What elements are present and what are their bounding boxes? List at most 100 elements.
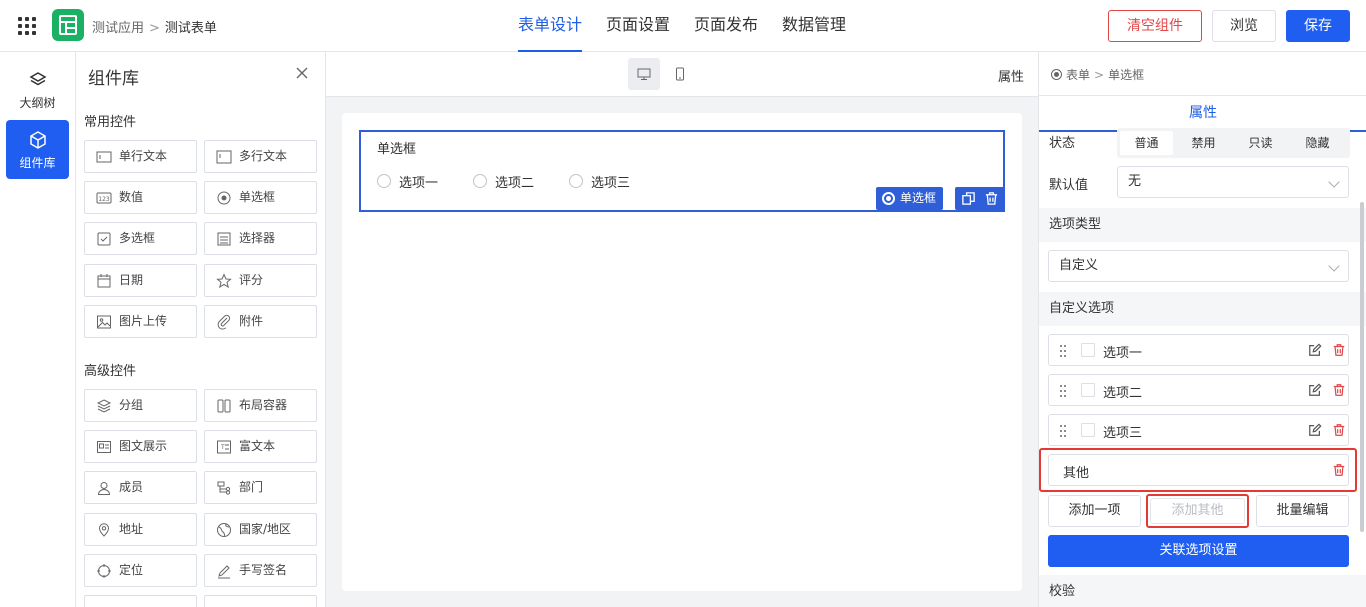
drag-handle-icon[interactable] [1059,424,1067,438]
selected-field-tag: 单选框 [876,187,943,210]
status-label: 状态 [1049,136,1076,151]
other-option-text[interactable]: 其他 [1063,462,1089,481]
department-icon [217,481,231,495]
add-other-button[interactable]: 添加其他 [1150,498,1245,524]
component-more-1[interactable] [84,595,197,607]
radio-option-1[interactable]: 选项一 [377,172,438,191]
trash-icon[interactable] [1332,383,1346,397]
add-option-button[interactable]: 添加一项 [1048,495,1141,527]
trash-icon[interactable] [984,191,999,206]
properties-breadcrumb: 表单 > 单选框 [1051,66,1144,83]
single-line-icon [96,151,112,163]
checkbox-icon [97,232,111,246]
component-rating[interactable]: 评分 [204,264,317,297]
tab-data-management[interactable]: 数据管理 [782,0,846,52]
batch-edit-button[interactable]: 批量编辑 [1256,495,1349,527]
linked-options-settings-button[interactable]: 关联选项设置 [1048,535,1349,567]
drag-handle-icon[interactable] [1059,344,1067,358]
default-value-label: 默认值 [1049,178,1089,193]
apps-grid-icon[interactable] [18,17,36,35]
component-layout-container[interactable]: 布局容器 [204,389,317,422]
component-label: 附件 [239,314,264,328]
default-checkbox[interactable] [1081,343,1095,357]
component-label: 地址 [119,522,144,536]
layers-icon [28,72,47,86]
component-date[interactable]: 日期 [84,264,197,297]
component-image-upload[interactable]: 图片上传 [84,305,197,338]
edit-icon[interactable] [1308,383,1322,397]
component-more-2[interactable] [204,595,317,607]
tab-properties[interactable]: 属性 [1039,96,1366,132]
properties-scrollbar[interactable] [1360,202,1364,532]
layout-icon [217,399,231,413]
default-checkbox[interactable] [1081,423,1095,437]
component-group[interactable]: 分组 [84,389,197,422]
breadcrumb: 测试应用 > 测试表单 [92,17,217,36]
edit-icon[interactable] [1308,343,1322,357]
component-attachment[interactable]: 附件 [204,305,317,338]
tab-form-design[interactable]: 表单设计 [518,0,583,52]
trash-icon[interactable] [1332,463,1346,477]
svg-text:T: T [220,444,225,451]
component-selector[interactable]: 选择器 [204,222,317,255]
breadcrumb-field: 单选框 [1108,68,1145,82]
radio-option-3[interactable]: 选项三 [569,172,630,191]
component-image-text[interactable]: 图文展示 [84,430,197,463]
trash-icon[interactable] [1332,343,1346,357]
component-number[interactable]: 123 数值 [84,181,197,214]
close-icon[interactable] [294,65,310,81]
breadcrumb-separator: > [1094,68,1105,82]
default-value-select[interactable]: 无 [1117,166,1349,198]
component-radio[interactable]: 单选框 [204,181,317,214]
breadcrumb-app[interactable]: 测试应用 [92,21,144,36]
rail-item-outline-tree[interactable]: 大纲树 [6,60,69,119]
edit-icon[interactable] [1308,423,1322,437]
component-single-line-text[interactable]: 单行文本 [84,140,197,173]
component-signature[interactable]: 手写签名 [204,554,317,587]
component-positioning[interactable]: 定位 [84,554,197,587]
component-checkbox[interactable]: 多选框 [84,222,197,255]
star-icon [216,273,232,289]
radio-circle-icon [377,174,391,188]
drag-handle-icon[interactable] [1059,384,1067,398]
breadcrumb-form[interactable]: 表单 [1066,68,1090,82]
rail-item-component-library[interactable]: 组件库 [6,120,69,179]
default-value-text: 无 [1128,174,1142,189]
component-rich-text[interactable]: T 富文本 [204,430,317,463]
component-label: 图片上传 [119,314,168,328]
clear-components-button[interactable]: 清空组件 [1108,10,1202,42]
option-text[interactable]: 选项二 [1103,382,1142,401]
component-label: 布局容器 [239,398,288,412]
properties-toggle[interactable]: 属性 [998,66,1024,85]
option-text[interactable]: 选项一 [1103,342,1142,361]
tab-page-publish[interactable]: 页面发布 [694,0,758,52]
left-rail: 大纲树 组件库 [0,52,76,607]
trash-icon[interactable] [1332,423,1346,437]
status-disabled[interactable]: 禁用 [1177,131,1230,155]
component-label: 成员 [119,480,144,494]
status-normal[interactable]: 普通 [1120,131,1173,155]
radio-option-2[interactable]: 选项二 [473,172,534,191]
canvas-toolbar: 属性 [326,52,1038,97]
component-label: 单选框 [239,190,276,204]
image-text-icon [97,441,111,453]
common-controls-title: 常用控件 [84,115,137,130]
default-checkbox[interactable] [1081,383,1095,397]
desktop-view-button[interactable] [628,58,660,90]
component-country-region[interactable]: 国家/地区 [204,513,317,546]
option-text[interactable]: 选项三 [1103,422,1142,441]
component-label: 图文展示 [119,439,168,453]
save-button[interactable]: 保存 [1286,10,1350,42]
component-department[interactable]: 部门 [204,471,317,504]
component-address[interactable]: 地址 [84,513,197,546]
tab-page-settings[interactable]: 页面设置 [606,0,670,52]
option-type-select[interactable]: 自定义 [1048,250,1349,282]
component-multi-line-text[interactable]: 多行文本 [204,140,317,173]
preview-button[interactable]: 浏览 [1212,10,1276,42]
status-readonly[interactable]: 只读 [1234,131,1287,155]
component-member[interactable]: 成员 [84,471,197,504]
mobile-view-button[interactable] [664,58,696,90]
status-hidden[interactable]: 隐藏 [1291,131,1344,155]
rich-text-icon: T [217,440,231,454]
copy-icon[interactable] [961,191,976,206]
